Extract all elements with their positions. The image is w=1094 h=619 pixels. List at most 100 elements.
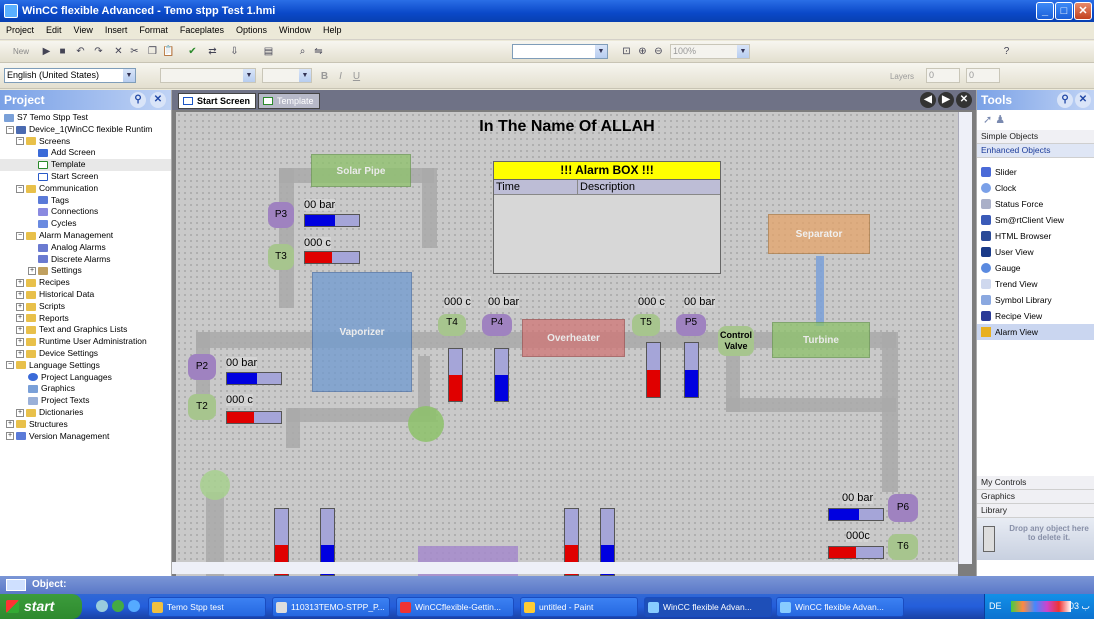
tool-alarm-view[interactable]: Alarm View (977, 324, 1094, 340)
tree-item[interactable]: Project Languages (0, 372, 171, 384)
screen-vertical-scrollbar[interactable] (958, 112, 972, 564)
cut-icon[interactable]: ✂ (128, 45, 141, 58)
tool-clock[interactable]: Clock (977, 180, 1094, 196)
task-temo-stpp-test[interactable]: Temo Stpp test (148, 597, 266, 617)
tab-template[interactable]: Template (258, 93, 320, 109)
tree-item[interactable]: − Alarm Management (0, 230, 171, 242)
tools-close-icon[interactable]: ✕ (1075, 92, 1091, 108)
tree-item[interactable]: Tags (0, 195, 171, 207)
tool-slider[interactable]: Slider (977, 164, 1094, 180)
tool-gauge[interactable]: Gauge (977, 260, 1094, 276)
undo-icon[interactable]: ↶ (74, 45, 87, 58)
pump[interactable] (408, 406, 444, 442)
zoom-in-icon[interactable]: ⊕ (636, 45, 649, 58)
tree-item[interactable]: + Settings (0, 265, 171, 277)
language-indicator[interactable]: DE (989, 594, 1002, 619)
font-select[interactable]: ▼ (160, 68, 256, 83)
tree-item[interactable]: Add Screen (0, 147, 171, 159)
tool-smartclient-view[interactable]: Sm@rtClient View (977, 212, 1094, 228)
close-button[interactable]: ✕ (1074, 2, 1092, 20)
menu-edit[interactable]: Edit (40, 22, 68, 35)
tree-item[interactable]: Project Texts (0, 395, 171, 407)
tree-item[interactable]: + Dictionaries (0, 407, 171, 419)
separator[interactable]: Separator (768, 214, 870, 254)
runtime-icon[interactable]: ▤ (262, 45, 275, 58)
menu-view[interactable]: View (68, 22, 99, 35)
tool-recipe-view[interactable]: Recipe View (977, 308, 1094, 324)
tree-item[interactable]: S7 Temo Stpp Test (0, 112, 171, 124)
task-wincc-advanced-1[interactable]: WinCC flexible Advan... (644, 597, 772, 617)
maximize-button[interactable]: □ (1055, 2, 1073, 20)
task-wincc-advanced-2[interactable]: WinCC flexible Advan... (776, 597, 904, 617)
tools-section-graphics[interactable]: Graphics (977, 490, 1094, 504)
tree-item[interactable]: + Reports (0, 313, 171, 325)
download-icon[interactable]: ⇩ (228, 45, 241, 58)
tab-scroll-left-icon[interactable]: ◀ (920, 92, 936, 108)
tools-pin-icon[interactable]: ⚲ (1057, 92, 1073, 108)
tree-item[interactable]: Start Screen (0, 171, 171, 183)
tree-item[interactable]: + Version Management (0, 431, 171, 443)
bold-icon[interactable]: B (318, 70, 331, 83)
delete-icon[interactable]: ✕ (112, 45, 125, 58)
tools-section-library[interactable]: Library (977, 504, 1094, 518)
tree-item[interactable]: + Historical Data (0, 289, 171, 301)
copy-icon[interactable]: ❐ (146, 45, 159, 58)
find-icon[interactable]: ⌕ (296, 45, 309, 58)
pin-icon[interactable]: ⚲ (130, 92, 146, 108)
menu-options[interactable]: Options (230, 22, 273, 35)
tree-item[interactable]: − Screens (0, 136, 171, 148)
zoom-out-icon[interactable]: ⊖ (652, 45, 665, 58)
tree-item[interactable]: Discrete Alarms (0, 254, 171, 266)
menu-format[interactable]: Format (133, 22, 174, 35)
tools-section-enhanced[interactable]: Enhanced Objects (977, 144, 1094, 158)
control-valve[interactable]: Control Valve (718, 326, 754, 356)
task-wincc-getting[interactable]: WinCCflexible-Gettin... (396, 597, 514, 617)
tree-item[interactable]: + Device Settings (0, 348, 171, 360)
tree-item[interactable]: + Scripts (0, 301, 171, 313)
open-icon[interactable]: ▶ (40, 45, 53, 58)
tab-close-icon[interactable]: ✕ (956, 92, 972, 108)
overheater[interactable]: Overheater (522, 319, 625, 357)
tray-icons[interactable] (1011, 601, 1071, 612)
tree-item[interactable]: − Communication (0, 183, 171, 195)
tree-item[interactable]: + Text and Graphics Lists (0, 324, 171, 336)
start-button[interactable]: start (0, 594, 82, 619)
object-selector[interactable]: ▼ (512, 44, 608, 59)
task-temo-stpp-doc[interactable]: 110313TEMO-STPP_P... (272, 597, 390, 617)
menu-faceplates[interactable]: Faceplates (174, 22, 230, 35)
layer-from-field[interactable]: 0 (926, 68, 960, 83)
tree-item[interactable]: + Structures (0, 419, 171, 431)
screen-horizontal-scrollbar[interactable] (172, 562, 958, 574)
tree-item[interactable]: − Language Settings (0, 360, 171, 372)
tree-item[interactable]: Template (0, 159, 171, 171)
trash-area[interactable]: Drop any object here to delete it. (977, 518, 1094, 560)
task-paint[interactable]: untitled - Paint (520, 597, 638, 617)
tool-trend-view[interactable]: Trend View (977, 276, 1094, 292)
turbine[interactable]: Turbine (772, 322, 870, 358)
replace-icon[interactable]: ⇋ (312, 45, 325, 58)
help-icon[interactable]: ? (1000, 45, 1013, 58)
transfer-icon[interactable]: ⇄ (206, 45, 219, 58)
redo-icon[interactable]: ↷ (92, 45, 105, 58)
tree-item[interactable]: + Recipes (0, 277, 171, 289)
new-button[interactable]: New (6, 45, 36, 58)
pane-close-icon[interactable]: ✕ (150, 92, 166, 108)
tab-scroll-right-icon[interactable]: ▶ (938, 92, 954, 108)
tree-item[interactable]: + Runtime User Administration (0, 336, 171, 348)
quicklaunch-icon[interactable] (112, 600, 124, 612)
save-icon[interactable]: ■ (56, 45, 69, 58)
compile-icon[interactable]: ✔ (186, 45, 199, 58)
pointer-icon[interactable]: ➚ (983, 114, 992, 126)
tools-section-my-controls[interactable]: My Controls (977, 476, 1094, 490)
tools-section-simple[interactable]: Simple Objects (977, 130, 1094, 144)
tool-status-force[interactable]: Status Force (977, 196, 1094, 212)
menu-window[interactable]: Window (273, 22, 317, 35)
menu-help[interactable]: Help (317, 22, 348, 35)
tree-item[interactable]: Cycles (0, 218, 171, 230)
tree-item[interactable]: − Device_1(WinCC flexible Runtim (0, 124, 171, 136)
person-icon[interactable]: ♟ (995, 114, 1005, 126)
tab-start-screen[interactable]: Start Screen (178, 93, 257, 109)
tree-item[interactable]: Graphics (0, 383, 171, 395)
alarm-col-desc[interactable]: Description (578, 181, 635, 193)
italic-icon[interactable]: I (334, 70, 347, 83)
